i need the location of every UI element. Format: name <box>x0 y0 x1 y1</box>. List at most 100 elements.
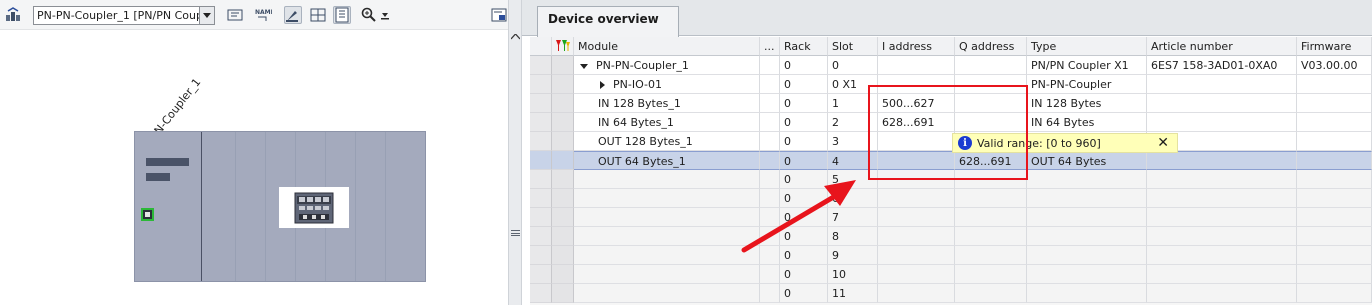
cell-firmware[interactable] <box>1297 246 1372 265</box>
cell-slot[interactable]: 9 <box>828 246 878 265</box>
column-header-i-address[interactable]: I address <box>878 37 955 56</box>
column-header-dots[interactable]: ... <box>760 37 780 56</box>
table-row[interactable]: IN 64 Bytes_1 0 2 628...691 IN 64 Bytes <box>530 113 1372 132</box>
cell-i-address[interactable] <box>878 246 955 265</box>
page-view-icon[interactable] <box>333 6 351 24</box>
cell-article-number[interactable] <box>1147 208 1297 227</box>
cell-type[interactable] <box>1027 284 1147 303</box>
cell-module[interactable] <box>574 189 760 208</box>
rack[interactable] <box>134 131 426 282</box>
cell-type[interactable] <box>1027 170 1147 189</box>
cell-i-address[interactable] <box>878 151 955 170</box>
cell-type[interactable]: IN 128 Bytes <box>1027 94 1147 113</box>
cell-firmware[interactable] <box>1297 170 1372 189</box>
column-header-rack[interactable]: Rack <box>780 37 828 56</box>
cell-module[interactable] <box>574 208 760 227</box>
cell-module[interactable]: PN-IO-01 <box>574 75 760 94</box>
row-selector[interactable] <box>530 246 552 265</box>
chevron-up-icon[interactable] <box>510 30 521 43</box>
cell-i-address[interactable]: 500...627 <box>878 94 955 113</box>
table-row[interactable]: PN-IO-01 0 0 X1 PN-PN-Coupler <box>530 75 1372 94</box>
row-selector[interactable] <box>530 284 552 303</box>
chevron-down-icon[interactable] <box>199 7 214 24</box>
show-module-labels-icon[interactable] <box>226 6 244 24</box>
coupler-module[interactable] <box>279 187 349 228</box>
cell-module[interactable]: PN-PN-Coupler_1 <box>574 56 760 75</box>
cell-q-address[interactable] <box>955 189 1027 208</box>
cell-slot[interactable]: 0 <box>828 56 878 75</box>
cell-type[interactable]: OUT 64 Bytes <box>1027 151 1147 170</box>
cell-firmware[interactable] <box>1297 227 1372 246</box>
table-row[interactable]: OUT 128 Bytes_103500...627OUT 128 Bytes <box>530 132 1372 151</box>
cell-slot[interactable]: 0 X1 <box>828 75 878 94</box>
cell-i-address[interactable] <box>878 170 955 189</box>
cell-rack[interactable]: 0 <box>780 227 828 246</box>
expand-arrow-icon[interactable] <box>600 81 605 89</box>
table-row[interactable]: 05 <box>530 170 1372 189</box>
cell-rack[interactable]: 0 <box>780 189 828 208</box>
cell-i-address[interactable] <box>878 75 955 94</box>
cell-module[interactable] <box>574 284 760 303</box>
table-row[interactable]: OUT 64 Bytes_1 0 4 628...691 OUT 64 Bytes <box>530 151 1372 170</box>
pane-splitter[interactable] <box>508 0 522 305</box>
row-selector[interactable] <box>530 227 552 246</box>
cell-q-address[interactable] <box>955 284 1027 303</box>
cell-q-address[interactable] <box>955 227 1027 246</box>
cell-article-number[interactable] <box>1147 113 1297 132</box>
cell-rack[interactable]: 0 <box>780 265 828 284</box>
cell-firmware[interactable]: V03.00.00 <box>1297 56 1372 75</box>
cell-firmware[interactable] <box>1297 132 1372 151</box>
device-overview-table[interactable]: Module ... Rack Slot I address Q address… <box>530 37 1372 305</box>
cell-firmware[interactable] <box>1297 284 1372 303</box>
cell-module[interactable]: IN 64 Bytes_1 <box>574 113 760 132</box>
cell-rack[interactable]: 0 <box>780 56 828 75</box>
cell-article-number[interactable] <box>1147 75 1297 94</box>
cell-article-number[interactable] <box>1147 189 1297 208</box>
cell-rack[interactable]: 0 <box>780 208 828 227</box>
row-selector[interactable] <box>530 94 552 113</box>
cell-q-address[interactable] <box>955 265 1027 284</box>
table-row[interactable]: 0 11 <box>530 284 1372 303</box>
column-header-article-number[interactable]: Article number <box>1147 37 1297 56</box>
cell-rack[interactable]: 0 <box>780 284 828 303</box>
cell-i-address[interactable] <box>878 56 955 75</box>
grid-icon[interactable] <box>309 6 327 24</box>
collapse-arrow-icon[interactable] <box>580 63 588 69</box>
device-canvas[interactable]: PN-PN-Coupler_1 <box>0 31 508 305</box>
cell-type[interactable]: PN-PN-Coupler <box>1027 75 1147 94</box>
overview-icon[interactable] <box>490 6 508 24</box>
device-select-dropdown[interactable]: PN-PN-Coupler_1 [PN/PN Coupler <box>33 6 215 25</box>
cell-slot[interactable]: 11 <box>828 284 878 303</box>
cell-firmware[interactable] <box>1297 208 1372 227</box>
cell-q-address[interactable] <box>955 246 1027 265</box>
cell-rack[interactable]: 0 <box>780 170 828 189</box>
splitter-grip-icon[interactable] <box>511 230 520 236</box>
cell-firmware[interactable] <box>1297 113 1372 132</box>
table-row[interactable]: PN-PN-Coupler_1 0 0 PN/PN Coupler X1 6ES7 15… <box>530 56 1372 75</box>
cell-module[interactable] <box>574 265 760 284</box>
zoom-download-icon[interactable] <box>376 6 394 24</box>
column-header-firmware[interactable]: Firmware <box>1297 37 1372 56</box>
cell-firmware[interactable] <box>1297 189 1372 208</box>
cell-firmware[interactable] <box>1297 94 1372 113</box>
cell-rack[interactable]: 0 <box>780 113 828 132</box>
cell-type[interactable]: PN/PN Coupler X1 <box>1027 56 1147 75</box>
cell-module[interactable] <box>574 246 760 265</box>
cell-article-number[interactable]: 6ES7 158-3AD01-0XA0 <box>1147 56 1297 75</box>
cell-slot[interactable]: 3 <box>828 132 878 151</box>
table-row[interactable]: 07 <box>530 208 1372 227</box>
cell-q-address[interactable] <box>955 170 1027 189</box>
row-selector[interactable] <box>530 75 552 94</box>
cell-type[interactable] <box>1027 208 1147 227</box>
cell-article-number[interactable] <box>1147 227 1297 246</box>
cell-slot[interactable]: 4 <box>828 151 878 170</box>
cell-slot[interactable]: 6 <box>828 189 878 208</box>
cell-i-address[interactable] <box>878 284 955 303</box>
cell-firmware[interactable] <box>1297 151 1372 170</box>
table-row[interactable]: 08 <box>530 227 1372 246</box>
cell-i-address[interactable] <box>878 208 955 227</box>
cell-i-address[interactable] <box>878 265 955 284</box>
tab-device-overview[interactable]: Device overview <box>537 6 679 37</box>
table-row[interactable]: IN 128 Bytes_1 0 1 500...627 IN 128 Bytes <box>530 94 1372 113</box>
cell-type[interactable] <box>1027 227 1147 246</box>
